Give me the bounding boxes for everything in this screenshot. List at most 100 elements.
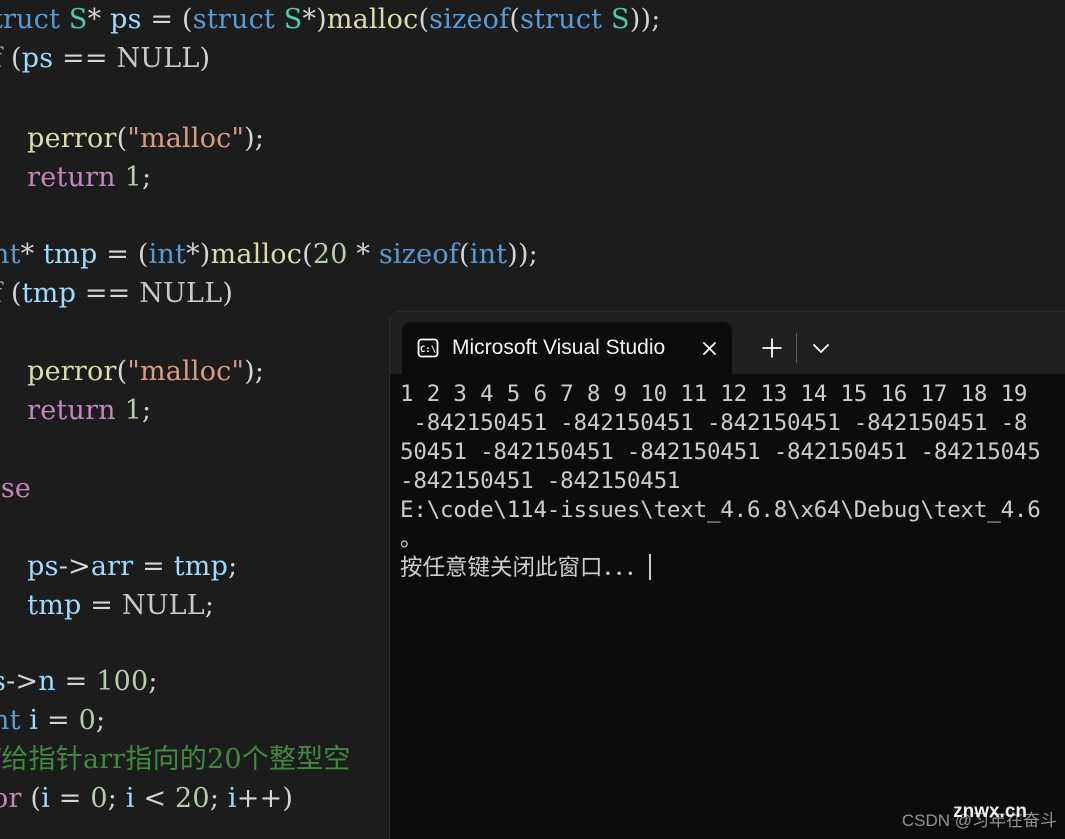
code-token: tmp <box>27 590 82 621</box>
terminal-tab-title: Microsoft Visual Studio <box>452 336 666 359</box>
code-token: == <box>53 43 117 74</box>
code-token: lse <box>0 473 32 504</box>
code-token: 1 <box>124 162 142 193</box>
code-token: struct <box>520 4 612 35</box>
code-line: lse <box>0 469 31 508</box>
code-token: ; <box>204 590 215 621</box>
code-token: n <box>38 666 56 697</box>
code-token: or <box>0 783 22 814</box>
code-token: ); <box>244 356 265 387</box>
code-token: NULL <box>116 43 200 74</box>
code-line: nt i = 0; <box>0 701 105 740</box>
code-token: 0 <box>90 783 108 814</box>
code-token: arr <box>90 551 134 582</box>
code-token: ps <box>110 4 142 35</box>
code-token: i <box>29 705 39 736</box>
code-token: int <box>148 239 187 270</box>
code-line: perror("malloc"); <box>0 119 264 158</box>
code-token: nt <box>0 239 21 270</box>
code-line: nt* tmp = (int*)malloc(20 * sizeof(int))… <box>0 235 538 274</box>
code-token: )); <box>629 4 661 35</box>
code-token: ; <box>148 666 158 697</box>
code-token: "malloc" <box>127 356 245 387</box>
code-token: *) <box>186 239 211 270</box>
console-window[interactable]: C:\ Microsoft Visual Studio 1 2 3 4 5 6 … <box>390 312 1065 839</box>
console-output-lines: 1 2 3 4 5 6 7 8 9 10 11 12 13 14 15 16 1… <box>400 380 1065 583</box>
code-token: < <box>134 783 176 814</box>
console-titlebar[interactable]: C:\ Microsoft Visual Studio <box>390 312 1065 374</box>
code-token: f <box>0 278 11 309</box>
console-line: -842150451 -842150451 -842150451 -842150… <box>400 410 1028 436</box>
code-token: nt <box>0 705 21 736</box>
code-line: ps->arr = tmp; <box>0 547 237 586</box>
terminal-tab-microsoft-visual-studio[interactable]: C:\ Microsoft Visual Studio <box>402 322 732 374</box>
code-token: ps <box>21 43 54 74</box>
code-line: or (i = 0; i < 20; i++) <box>0 779 293 818</box>
code-token: ( <box>509 4 521 35</box>
svg-text:C:\: C:\ <box>420 345 436 355</box>
code-token: 20 <box>175 783 210 814</box>
code-token: NULL <box>121 590 205 621</box>
code-token: ; <box>96 705 106 736</box>
code-token: malloc <box>210 239 303 270</box>
code-token: ; <box>141 395 152 426</box>
code-token: ); <box>244 123 265 154</box>
code-token: i <box>125 783 135 814</box>
code-token: -> <box>6 666 39 697</box>
code-token: truct <box>0 4 61 35</box>
code-token: ; <box>228 551 238 582</box>
code-token: /给指针arr指向的20个整型空 <box>0 744 351 775</box>
code-token: == <box>76 278 140 309</box>
console-line: 。 <box>400 526 423 552</box>
code-token: ) <box>199 43 211 74</box>
code-line: s->n = 100; <box>0 662 158 701</box>
new-tab-button[interactable] <box>750 326 794 370</box>
code-token: ( <box>418 4 430 35</box>
chevron-down-icon[interactable] <box>799 326 843 370</box>
code-token: ( <box>10 43 22 74</box>
code-token: f <box>0 43 11 74</box>
code-token: 1 <box>124 395 142 426</box>
code-token: ; <box>209 783 228 814</box>
code-token: tmp <box>21 278 77 309</box>
code-line: perror("malloc"); <box>0 352 264 391</box>
code-token: 20 <box>312 239 348 270</box>
code-token: sizeof <box>378 239 459 270</box>
code-token: 100 <box>96 666 149 697</box>
close-icon[interactable] <box>692 331 726 365</box>
code-token: ( <box>137 239 149 270</box>
console-output[interactable]: 1 2 3 4 5 6 7 8 9 10 11 12 13 14 15 16 1… <box>390 374 1065 839</box>
code-token: sizeof <box>429 4 510 35</box>
code-token: ps <box>27 551 59 582</box>
code-token: = <box>141 4 183 35</box>
code-line: return 1; <box>0 158 151 197</box>
code-token: struct <box>192 4 284 35</box>
code-token: S <box>283 4 303 35</box>
console-line: 1 2 3 4 5 6 7 8 9 10 11 12 13 14 15 16 1… <box>400 381 1028 407</box>
code-token: S <box>68 4 88 35</box>
code-token: ++) <box>236 783 294 814</box>
code-line: truct S* ps = (struct S*)malloc(sizeof(s… <box>0 0 661 39</box>
code-token: = <box>81 590 122 621</box>
code-line: f (ps == NULL) <box>0 39 210 78</box>
code-token: ( <box>116 123 128 154</box>
code-token: i <box>227 783 237 814</box>
code-token: 0 <box>78 705 97 736</box>
code-line: tmp = NULL; <box>0 586 214 625</box>
console-line: E:\code\114-issues\text_4.6.8\x64\Debug\… <box>400 497 1041 523</box>
code-token: ( <box>459 239 470 270</box>
code-token: -> <box>58 551 91 582</box>
code-token: = <box>133 551 174 582</box>
code-token: = <box>38 705 79 736</box>
console-line: 按任意键关闭此窗口．．． <box>400 554 1065 583</box>
code-line: /给指针arr指向的20个整型空 <box>0 740 351 779</box>
code-line: return 1; <box>0 391 151 430</box>
code-token: perror <box>27 123 117 154</box>
code-token: return <box>27 395 116 426</box>
code-token: ; <box>107 783 126 814</box>
code-token: * <box>347 239 379 270</box>
